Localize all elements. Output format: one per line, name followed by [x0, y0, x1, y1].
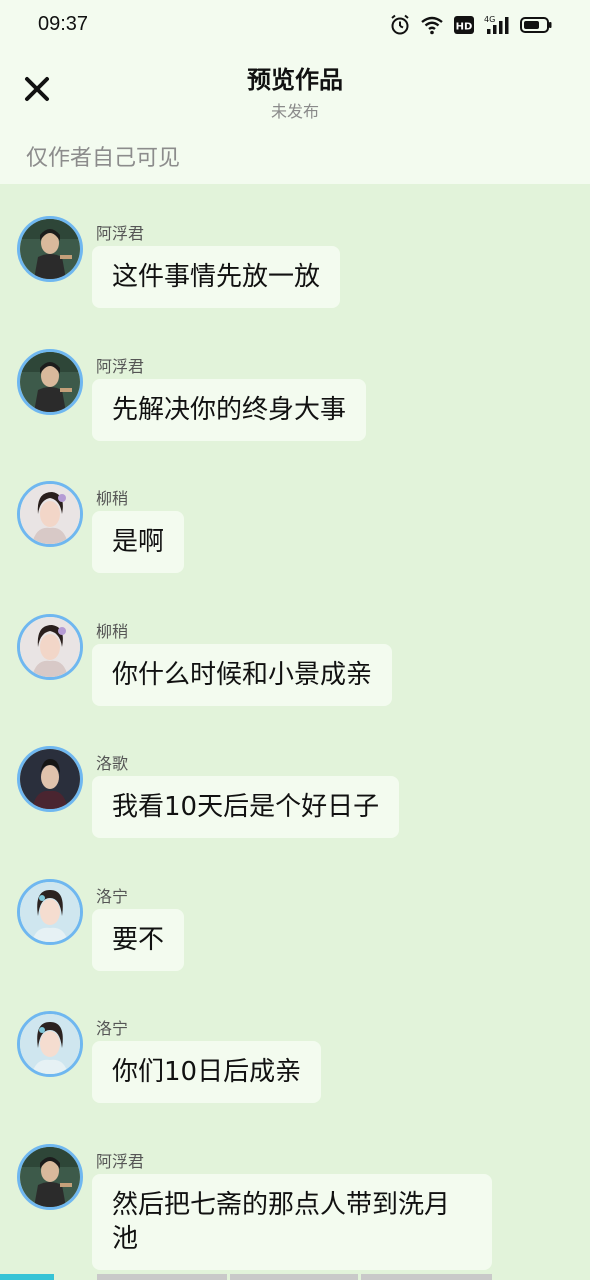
header: 预览作品 未发布 仅作者自己可见 — [0, 52, 590, 184]
status-bar: 09:37 HD 4G — [0, 0, 590, 52]
avatar-liushao[interactable] — [17, 614, 83, 680]
visibility-note: 仅作者自己可见 — [26, 146, 181, 171]
message-bubble[interactable]: 你们10日后成亲 — [92, 1041, 322, 1103]
4g-signal-icon: 4G — [484, 15, 510, 35]
message-bubble[interactable]: 要不 — [92, 909, 185, 971]
avatar-liushao[interactable] — [17, 481, 83, 547]
message-bubble[interactable]: 这件事情先放一放 — [92, 246, 341, 308]
sender-name: 阿浮君 — [96, 1152, 145, 1171]
hd-icon: HD — [454, 15, 474, 35]
message-bubble[interactable]: 先解决你的终身大事 — [92, 379, 367, 441]
sender-name: 柳稍 — [96, 622, 129, 641]
message-bubble[interactable]: 然后把七斋的那点人带到洗月池 — [92, 1174, 492, 1270]
avatar-afujun[interactable] — [17, 349, 83, 415]
avatar-afujun[interactable] — [17, 1144, 83, 1210]
sender-name: 洛歌 — [96, 754, 129, 773]
message-bubble[interactable]: 我看10天后是个好日子 — [92, 776, 400, 838]
sender-name: 阿浮君 — [96, 357, 145, 376]
hd-label: HD — [456, 22, 473, 33]
avatar-luoge[interactable] — [17, 746, 83, 812]
avatar-luoning[interactable] — [17, 1011, 83, 1077]
bottom-segment — [230, 1274, 358, 1280]
message-bubble[interactable]: 你什么时候和小景成亲 — [92, 644, 393, 706]
bottom-segment — [97, 1274, 227, 1280]
sender-name: 洛宁 — [96, 887, 129, 906]
sender-name: 阿浮君 — [96, 224, 145, 243]
status-icons: HD 4G — [390, 14, 552, 36]
bottom-segment — [361, 1274, 492, 1280]
sender-name: 洛宁 — [96, 1019, 129, 1038]
avatar-luoning[interactable] — [17, 879, 83, 945]
message-bubble[interactable]: 是啊 — [92, 511, 185, 573]
page-subtitle: 未发布 — [270, 102, 319, 121]
avatar-afujun[interactable] — [17, 216, 83, 282]
status-time: 09:37 — [38, 13, 89, 35]
bottom-progress-bar — [0, 1274, 590, 1280]
network-label: 4G — [484, 15, 495, 24]
page-title: 预览作品 — [247, 66, 343, 94]
bottom-accent-segment — [0, 1274, 54, 1280]
sender-name: 柳稍 — [96, 489, 129, 508]
wifi-icon — [420, 15, 444, 35]
battery-icon — [520, 16, 552, 34]
chat-list[interactable]: 阿浮君 这件事情先放一放 阿浮君 先解决你的终身大事 柳稍 是啊 柳稍 你什么时… — [0, 184, 590, 1280]
alarm-icon — [390, 14, 410, 36]
